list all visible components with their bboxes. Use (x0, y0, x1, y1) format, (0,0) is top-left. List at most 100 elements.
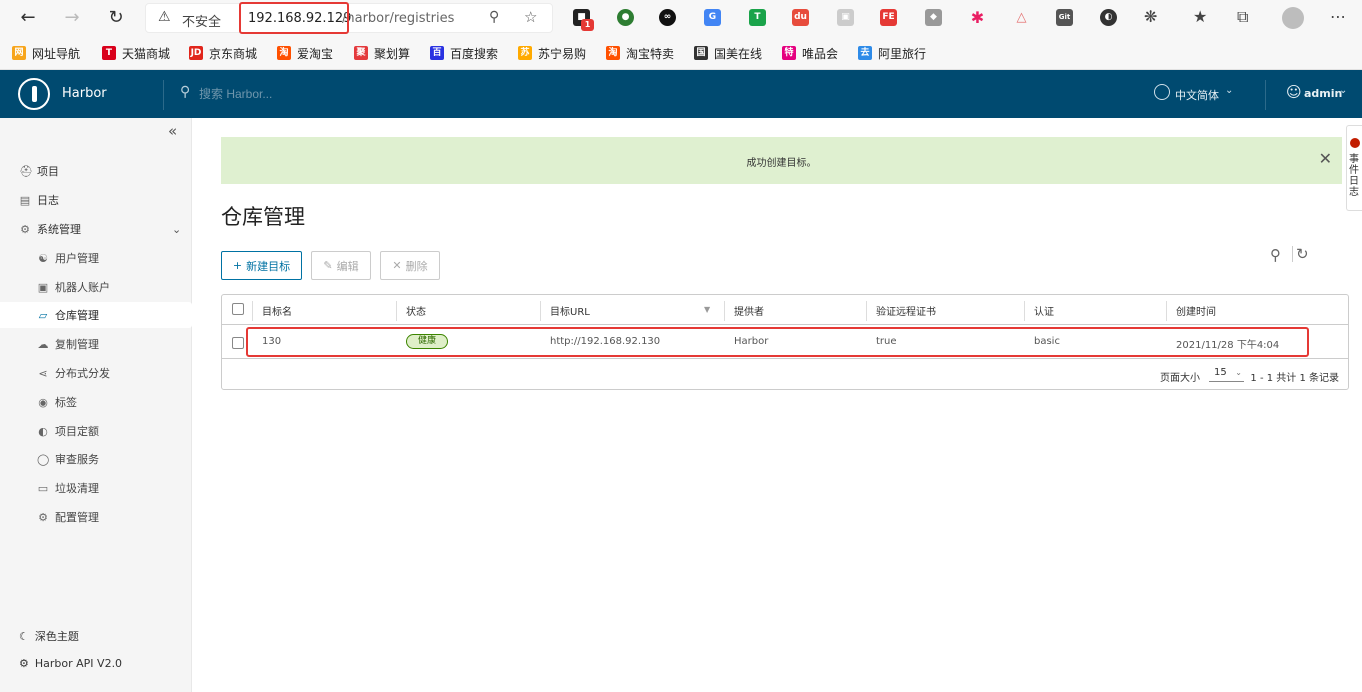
sidebar-item-scanners[interactable]: ◯ 审查服务 (0, 446, 192, 472)
tag-icon: ◉ (38, 395, 48, 409)
favorites-icon[interactable]: ★ (1193, 7, 1207, 26)
extension-fe-icon[interactable]: FE (880, 9, 897, 26)
user-icon[interactable]: ☺ (1286, 83, 1302, 101)
filter-icon[interactable]: ▼ (704, 305, 710, 314)
profile-avatar[interactable] (1282, 7, 1304, 29)
globe-icon[interactable] (1154, 84, 1170, 100)
cell-auth: basic (1034, 336, 1060, 347)
search-icon: ⚲ (180, 84, 191, 100)
extension-circle-icon[interactable]: ◐ (1100, 9, 1117, 26)
harbor-logo[interactable] (18, 78, 50, 110)
zoom-icon[interactable]: ⚲ (489, 9, 499, 25)
more-menu-icon[interactable]: ⋯ (1330, 7, 1346, 26)
gear-icon: ⚙ (38, 510, 48, 524)
column-header-name[interactable]: 目标名 (262, 303, 292, 318)
sidebar-item-quotas[interactable]: ◐ 项目定额 (0, 418, 192, 444)
table-row[interactable]: 130 健康 http://192.168.92.130 Harbor true… (222, 325, 1348, 359)
button-label: 编辑 (336, 259, 359, 273)
back-icon[interactable]: ← (16, 6, 40, 30)
bookmark-item[interactable]: 去阿里旅行 (858, 43, 926, 63)
translate-icon[interactable]: G (704, 9, 721, 26)
dashboard-icon: ◐ (38, 424, 48, 438)
delete-button[interactable]: ✕ 删除 (380, 251, 440, 280)
select-all-checkbox[interactable] (232, 303, 244, 315)
sidebar-item-gc[interactable]: ▭ 垃圾清理 (0, 475, 192, 501)
robot-icon: ▣ (37, 280, 49, 294)
bookmark-icon: 苏 (518, 46, 532, 60)
bookmark-label: 淘宝特卖 (626, 46, 675, 61)
event-log-tab[interactable]: 事件日志 (1346, 125, 1362, 211)
reload-icon[interactable]: ↻ (104, 6, 128, 30)
sidebar-item-registries[interactable]: ▱ 仓库管理 (0, 302, 192, 328)
page-size-select[interactable]: 15 ⌄ (1209, 364, 1244, 382)
row-checkbox[interactable] (232, 337, 244, 349)
column-header-created[interactable]: 创建时间 (1176, 303, 1216, 318)
sidebar-item-labels[interactable]: ◉ 标签 (0, 389, 192, 415)
language-selector[interactable]: 中文简体 (1175, 87, 1219, 103)
api-link[interactable]: ⚙ Harbor API V2.0 (19, 657, 122, 670)
bookmark-item[interactable]: JD 京东商城 (189, 43, 257, 63)
sidebar-item-configs[interactable]: ⚙ 配置管理 (0, 504, 192, 530)
chevron-down-icon[interactable]: ⌄ (1339, 85, 1347, 96)
refresh-icon[interactable]: ↻ (1296, 245, 1309, 263)
search-icon[interactable]: ⚲ (1270, 246, 1281, 264)
sidebar-item-projects[interactable]: ⛑ 项目 (0, 158, 192, 184)
cloud-icon: ☁ (37, 337, 49, 351)
column-header-status[interactable]: 状态 (406, 303, 426, 318)
extension-du-icon[interactable]: du (792, 9, 809, 26)
bookmark-item[interactable]: 特唯品会 (782, 43, 838, 63)
sidebar-item-distributions[interactable]: ⋖ 分布式分发 (0, 360, 192, 386)
bookmark-item[interactable]: T 天猫商城 (102, 43, 170, 63)
bookmark-item[interactable]: 淘淘宝特卖 (606, 43, 674, 63)
sidebar-item-robot-accounts[interactable]: ▣ 机器人账户 (0, 274, 192, 300)
new-endpoint-button[interactable]: + 新建目标 (221, 251, 302, 280)
shield-extension-icon[interactable]: T (749, 9, 766, 26)
theme-toggle[interactable]: ☾ 深色主题 (19, 628, 79, 644)
cell-name: 130 (262, 336, 282, 347)
column-divider (1024, 301, 1025, 321)
bookmark-item[interactable]: 淘爱淘宝 (277, 43, 333, 63)
column-header-verify-cert[interactable]: 验证远程证书 (876, 303, 936, 318)
column-header-url[interactable]: 目标URL (550, 303, 590, 318)
bookmark-item[interactable]: 聚聚划算 (354, 43, 410, 63)
sidebar-item-system-admin[interactable]: ⚙ 系统管理 ⌄ (0, 216, 192, 242)
chevron-down-icon[interactable]: ⌄ (172, 223, 181, 236)
extension-globe-icon[interactable]: ● (617, 9, 634, 26)
user-menu[interactable]: admin (1304, 87, 1342, 100)
bookmark-label: 国美在线 (714, 46, 763, 61)
plus-icon: + (232, 259, 243, 272)
sidebar-item-replications[interactable]: ☁ 复制管理 (0, 331, 192, 357)
extension-star-icon[interactable]: ✱ (969, 9, 986, 26)
sidebar-item-users[interactable]: ☯ 用户管理 (0, 245, 192, 271)
column-header-provider[interactable]: 提供者 (734, 303, 764, 318)
add-favorite-icon[interactable]: ☆ (524, 8, 537, 26)
extension-puzzle-gray-icon[interactable]: ◆ (925, 9, 942, 26)
extensions-icon[interactable]: ❋ (1144, 7, 1157, 26)
bookmark-item[interactable]: 苏苏宁易购 (518, 43, 586, 63)
collapse-sidebar-icon[interactable]: « (168, 122, 177, 140)
insecure-label: 不安全 (182, 15, 222, 30)
app-name[interactable]: Harbor (62, 86, 107, 101)
address-bar[interactable]: ⚠ 不安全 192.168.92.129 /harbor/registries … (145, 2, 553, 34)
chevron-down-icon[interactable]: ⌄ (1225, 85, 1233, 96)
header-divider (1265, 80, 1266, 110)
bookmark-item[interactable]: 百百度搜索 (430, 43, 498, 63)
edit-button[interactable]: ✎ 编辑 (311, 251, 371, 280)
bookmark-icon: 淘 (277, 46, 291, 60)
extension-monitor-icon[interactable]: ▣ (837, 9, 854, 26)
extension-tree-icon[interactable]: △ (1013, 9, 1030, 26)
column-header-auth[interactable]: 认证 (1034, 303, 1054, 318)
extension-infinity-icon[interactable]: ∞ (659, 9, 676, 26)
collections-icon[interactable]: ⧉ (1237, 7, 1248, 27)
trash-icon: ▭ (37, 481, 49, 495)
global-search-input[interactable] (199, 85, 399, 103)
gitzip-icon[interactable]: Git (1056, 9, 1073, 26)
close-icon[interactable]: ✕ (1319, 149, 1332, 168)
sidebar-item-logs[interactable]: ▤ 日志 (0, 187, 192, 213)
status-badge: 健康 (406, 334, 448, 349)
bookmark-icon: 淘 (606, 46, 620, 60)
bookmark-item[interactable]: 国国美在线 (694, 43, 762, 63)
forward-icon[interactable]: → (60, 6, 84, 30)
share-icon: ⋖ (38, 366, 48, 380)
bookmark-item[interactable]: 网网址导航 (12, 43, 80, 63)
